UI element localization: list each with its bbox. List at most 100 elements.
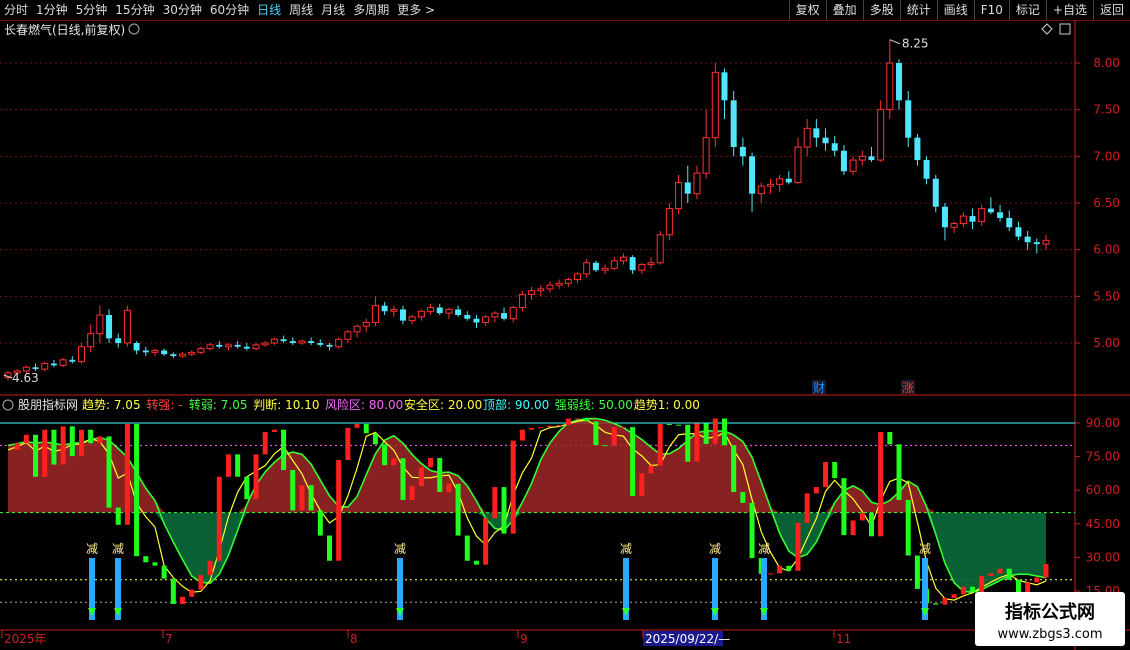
toolbar-button-3[interactable]: 统计 xyxy=(899,0,937,20)
period-tab-4[interactable]: 30分钟 xyxy=(159,0,206,20)
osc-bar xyxy=(189,589,195,597)
osc-bar xyxy=(400,458,406,500)
candle xyxy=(381,301,388,315)
chart-area: 长春燃气(日线,前复权) 8.00 7.50 7.00 6.50 6.00 5.50 5.00… xyxy=(0,20,1130,650)
candle-body xyxy=(656,234,664,264)
candle xyxy=(270,337,278,345)
osc-bar xyxy=(207,560,213,576)
osc-bar xyxy=(529,427,535,430)
candle-body xyxy=(224,344,232,348)
time-label-2: 8 xyxy=(350,632,358,646)
price-label-1: 7.50 xyxy=(1093,103,1120,117)
candle xyxy=(555,279,563,289)
candle-body xyxy=(749,156,756,194)
osc-bar xyxy=(951,594,957,599)
candle xyxy=(436,303,443,315)
period-tab-3[interactable]: 15分钟 xyxy=(111,0,158,20)
low-marker-label: 4.63 xyxy=(12,371,39,385)
osc-bar xyxy=(290,470,296,511)
candle-body xyxy=(252,344,260,350)
candle xyxy=(858,150,866,166)
osc-bar xyxy=(648,465,654,474)
candle-body xyxy=(629,257,636,271)
candle xyxy=(537,285,545,297)
period-tab-5[interactable]: 60分钟 xyxy=(206,0,253,20)
candle xyxy=(399,305,406,325)
osc-bar xyxy=(317,510,323,536)
candle xyxy=(941,203,948,241)
period-tab-7[interactable]: 周线 xyxy=(285,0,317,20)
candle-body xyxy=(638,264,646,271)
candle xyxy=(665,203,673,241)
toolbar-button-6[interactable]: 标记 xyxy=(1008,0,1046,20)
candle-body xyxy=(326,344,333,347)
candle xyxy=(1006,210,1013,231)
osc-bar xyxy=(345,427,351,460)
candle-body xyxy=(776,178,784,185)
toolbar-button-5[interactable]: F10 xyxy=(973,0,1009,20)
ind-label-4: 30.00 xyxy=(1086,550,1120,564)
candle-body xyxy=(59,359,67,366)
candle-body xyxy=(528,290,536,295)
osc-bar xyxy=(60,426,66,465)
candle-body xyxy=(362,321,370,327)
osc-bar xyxy=(281,429,287,471)
candle xyxy=(317,339,324,347)
candle-body xyxy=(133,343,140,351)
osc-bar xyxy=(832,461,838,479)
candle-body xyxy=(721,72,728,101)
period-tab-9[interactable]: 多周期 xyxy=(349,0,393,20)
osc-bar xyxy=(455,483,461,536)
period-tab-0[interactable]: 分时 xyxy=(0,0,32,20)
candle-body xyxy=(546,284,554,290)
candle-body xyxy=(592,262,599,271)
candle xyxy=(491,311,499,323)
candle-body xyxy=(87,333,95,348)
candle xyxy=(583,259,591,278)
candle-body xyxy=(849,159,857,172)
toolbar-button-2[interactable]: 多股 xyxy=(862,0,900,20)
candle-body xyxy=(794,146,802,183)
period-tab-8[interactable]: 月线 xyxy=(317,0,349,20)
period-tab-2[interactable]: 5分钟 xyxy=(72,0,112,20)
candle xyxy=(32,363,39,371)
candle-body xyxy=(41,363,49,370)
candle-body xyxy=(987,208,994,213)
candle xyxy=(482,315,490,327)
osc-bar xyxy=(859,512,865,521)
osc-bar xyxy=(51,429,57,465)
toolbar-button-1[interactable]: 叠加 xyxy=(825,0,863,20)
osc-bar xyxy=(483,518,489,565)
toolbar-button-4[interactable]: 画线 xyxy=(936,0,974,20)
ind-label-2: 60.00 xyxy=(1086,483,1120,497)
osc-bar xyxy=(1043,564,1049,578)
osc-bar xyxy=(685,424,691,462)
candle-body xyxy=(518,293,526,309)
candle-body xyxy=(583,262,591,275)
candle xyxy=(362,318,370,332)
candle-body xyxy=(50,363,57,366)
period-tab-1[interactable]: 1分钟 xyxy=(32,0,72,20)
osc-bar xyxy=(887,431,893,445)
panel-maximize-icon xyxy=(1059,23,1071,35)
candle xyxy=(546,281,554,293)
candle-body xyxy=(161,350,168,355)
candle xyxy=(868,147,875,162)
candle-body xyxy=(610,260,618,269)
toolbar-button-0[interactable]: 复权 xyxy=(788,0,826,20)
candle xyxy=(776,175,784,192)
osc-bar xyxy=(235,454,241,477)
candle xyxy=(335,337,343,349)
candle xyxy=(151,348,159,357)
osc-bar xyxy=(767,573,773,575)
period-tab-6[interactable]: 日线 xyxy=(253,0,285,20)
period-tab-10[interactable]: 更多 > xyxy=(393,0,439,20)
candle xyxy=(41,361,49,371)
toolbar-button-8[interactable]: 返回 xyxy=(1092,0,1130,20)
osc-bar xyxy=(666,423,672,425)
toolbar-button-7[interactable]: +自选 xyxy=(1045,0,1093,20)
price-label-0: 8.00 xyxy=(1093,56,1120,70)
candle-body xyxy=(858,155,866,161)
watermark-url: www.zbgs3.com xyxy=(997,627,1102,642)
osc-bar xyxy=(143,556,149,563)
